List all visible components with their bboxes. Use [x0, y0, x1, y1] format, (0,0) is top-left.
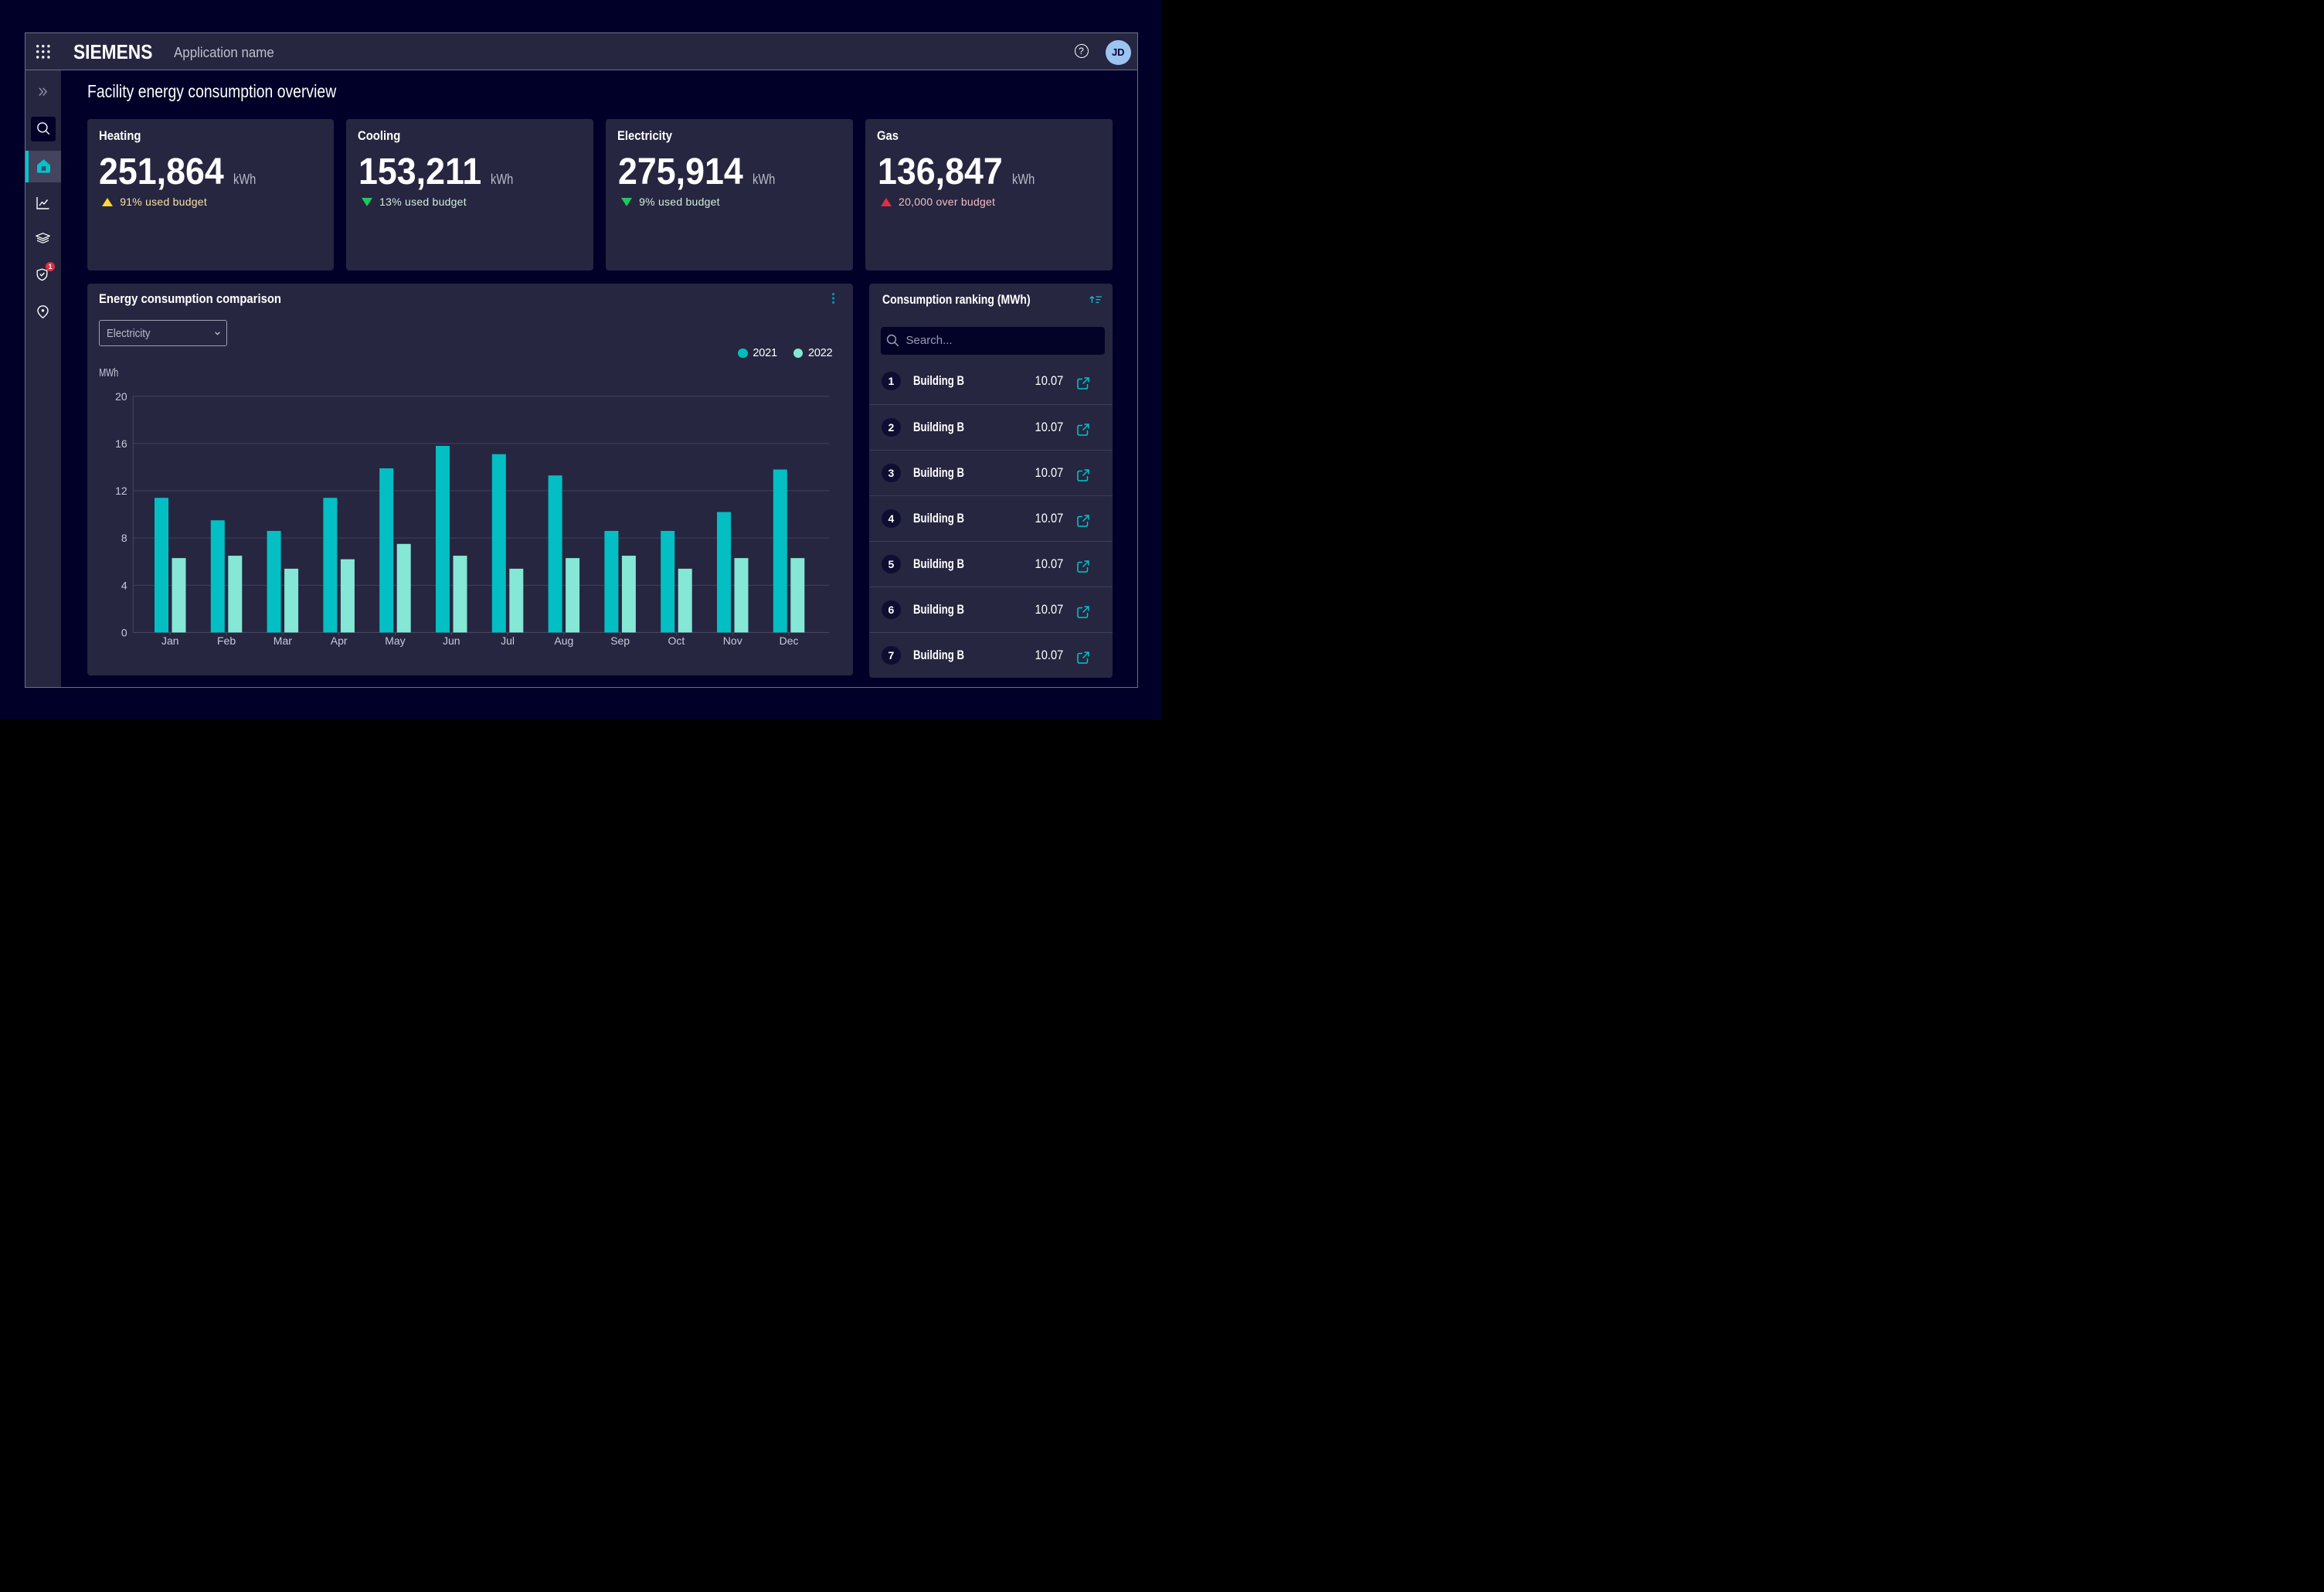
svg-text:Apr: Apr — [330, 634, 347, 647]
svg-text:8: 8 — [121, 532, 127, 544]
svg-text:Sep: Sep — [610, 634, 630, 647]
svg-text:May: May — [385, 634, 405, 647]
svg-text:Feb: Feb — [217, 634, 236, 647]
svg-text:0: 0 — [121, 626, 127, 638]
svg-text:12: 12 — [115, 485, 127, 497]
svg-text:Jun: Jun — [443, 634, 460, 647]
svg-text:Nov: Nov — [722, 634, 742, 647]
svg-text:Oct: Oct — [668, 634, 685, 647]
svg-text:20: 20 — [115, 389, 127, 402]
svg-text:4: 4 — [121, 579, 127, 591]
svg-text:Jul: Jul — [501, 634, 515, 647]
svg-text:16: 16 — [115, 437, 127, 450]
svg-text:Jan: Jan — [161, 634, 179, 647]
svg-text:Dec: Dec — [779, 634, 798, 647]
svg-text:MWh: MWh — [99, 366, 118, 379]
svg-text:Mar: Mar — [273, 634, 291, 647]
svg-text:Aug: Aug — [554, 634, 573, 647]
